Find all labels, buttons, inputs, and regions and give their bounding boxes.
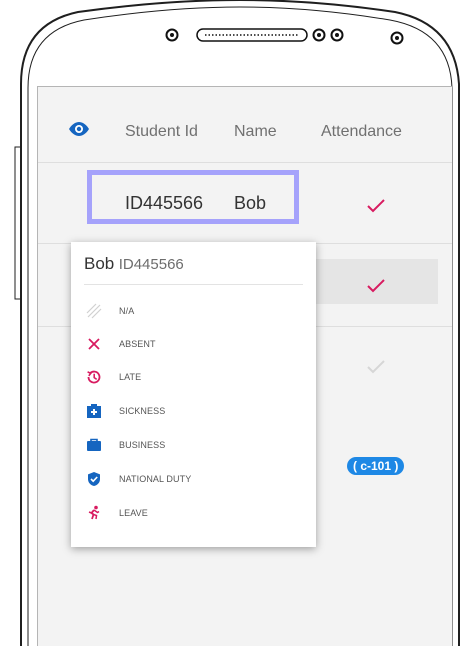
- attendance-status-popup: Bob ID445566 N/A ABSENT LATE SICKNESS BU…: [71, 242, 316, 547]
- speaker-grille-icon: [196, 28, 308, 42]
- status-option-late[interactable]: LATE: [86, 367, 306, 389]
- status-option-sickness[interactable]: SICKNESS: [86, 401, 306, 423]
- attendance-check-icon[interactable]: [367, 279, 385, 293]
- popup-divider: [84, 284, 303, 285]
- status-option-na[interactable]: N/A: [86, 301, 306, 323]
- briefcase-icon: [87, 438, 101, 451]
- sensor-dot-icon: [390, 31, 404, 45]
- shield-check-icon: [88, 472, 100, 486]
- table-header: Student Id Name Attendance: [38, 87, 452, 163]
- status-option-label: N/A: [119, 306, 135, 316]
- attendance-check-icon[interactable]: [367, 360, 385, 374]
- eye-icon[interactable]: [68, 122, 90, 136]
- column-header-student-id[interactable]: Student Id: [125, 123, 198, 141]
- class-code-badge: ( c-101 ): [347, 457, 405, 475]
- status-option-label: LATE: [119, 372, 142, 382]
- popup-student-id: ID445566: [118, 256, 184, 273]
- na-hatch-icon: [86, 303, 102, 319]
- column-header-attendance[interactable]: Attendance: [321, 123, 402, 141]
- running-person-icon: [88, 505, 100, 520]
- status-option-label: SICKNESS: [119, 406, 166, 416]
- app-stage: Student Id Name Attendance ID445566 Bob …: [0, 0, 471, 646]
- student-id-cell[interactable]: ID445566: [125, 193, 203, 214]
- proximity-sensor-icon: [312, 28, 344, 42]
- table-row[interactable]: ID445566 Bob: [38, 163, 452, 244]
- attendance-check-icon[interactable]: [367, 199, 385, 213]
- history-icon: [87, 370, 101, 384]
- close-icon: [88, 338, 100, 350]
- status-option-label: LEAVE: [119, 508, 148, 518]
- status-option-leave[interactable]: LEAVE: [86, 503, 306, 525]
- popup-student-name: Bob: [84, 254, 115, 273]
- status-option-business[interactable]: BUSINESS: [86, 435, 306, 457]
- status-option-label: BUSINESS: [119, 440, 166, 450]
- front-camera-icon: [165, 28, 179, 42]
- status-option-national-duty[interactable]: NATIONAL DUTY: [86, 469, 306, 491]
- status-option-label: ABSENT: [119, 339, 156, 349]
- popup-title: Bob ID445566: [84, 254, 184, 274]
- status-option-absent[interactable]: ABSENT: [86, 334, 306, 356]
- medical-kit-icon: [87, 404, 101, 418]
- column-header-name[interactable]: Name: [234, 123, 277, 141]
- student-name-cell[interactable]: Bob: [234, 193, 266, 214]
- status-option-label: NATIONAL DUTY: [119, 474, 192, 484]
